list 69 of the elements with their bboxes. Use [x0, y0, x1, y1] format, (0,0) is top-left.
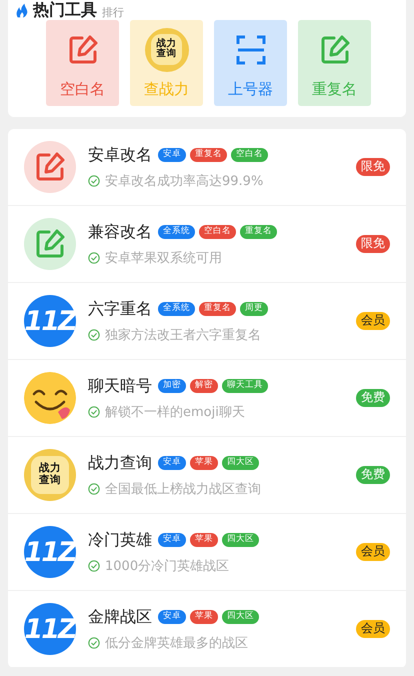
app-logo: 11Z: [24, 526, 76, 578]
check-circle-icon: [88, 328, 100, 340]
price-badge: 限免: [356, 235, 390, 253]
tool-name: 战力查询: [88, 452, 152, 474]
tag: 苹果: [190, 456, 218, 470]
tool-description: 低分金牌英雄最多的战区: [105, 634, 248, 652]
tag: 四大区: [222, 533, 259, 547]
section-title: 热门工具: [33, 0, 97, 20]
check-circle-icon: [88, 636, 100, 648]
check-circle-icon: [88, 560, 100, 572]
tool-name: 兼容改名: [88, 222, 152, 242]
check-circle-icon: [88, 174, 100, 186]
tag: 苹果: [190, 610, 218, 624]
tool-row[interactable]: 兼容改名 全系统 空白名 重复名 安卓苹果双系统可用 限免: [8, 206, 406, 283]
tag: 安卓: [158, 456, 186, 470]
tool-name: 聊天暗号: [88, 376, 152, 396]
tag: 空白名: [199, 225, 236, 239]
check-circle-icon: [88, 482, 100, 494]
tag: 安卓: [158, 533, 186, 547]
tool-row[interactable]: 安卓改名 安卓 重复名 空白名 安卓改名成功率高达99.9% 限免: [8, 129, 406, 206]
tool-name: 冷门英雄: [88, 530, 152, 550]
tag: 重复名: [199, 302, 236, 316]
edit-icon: [318, 34, 350, 66]
app-logo: 11Z: [24, 295, 76, 347]
tag: 全系统: [158, 225, 195, 239]
tag: 加密: [158, 379, 186, 393]
tool-description: 安卓苹果双系统可用: [105, 250, 222, 266]
tool-description: 安卓改名成功率高达99.9%: [105, 172, 264, 190]
tag: 苹果: [190, 533, 218, 547]
price-badge: 会员: [356, 620, 390, 638]
tool-row[interactable]: 11Z 金牌战区 安卓 苹果 四大区 低分金牌英雄最多的战区 会员: [8, 591, 406, 668]
tool-description: 解锁不一样的emoji聊天: [105, 404, 245, 420]
scan-icon: [234, 34, 266, 66]
smiley-icon: [24, 372, 76, 424]
tool-row[interactable]: 11Z 六字重名 全系统 重复名 周更 独家方法改王者六字重复名 会员: [8, 283, 406, 360]
edit-icon: [66, 34, 98, 66]
price-badge: 限免: [356, 158, 390, 176]
tag: 全系统: [158, 302, 195, 316]
app-logo: 战力查询: [24, 449, 76, 501]
tool-description: 全国最低上榜战力战区查询: [105, 480, 261, 498]
price-badge: 免费: [356, 466, 390, 484]
tag: 解密: [190, 379, 218, 393]
tag: 聊天工具: [222, 379, 268, 393]
check-circle-icon: [88, 252, 100, 264]
tag: 安卓: [158, 148, 186, 162]
price-badge: 会员: [356, 312, 390, 330]
logo-icon: 战力查询: [144, 28, 188, 72]
tag: 四大区: [222, 610, 259, 624]
tool-name: 安卓改名: [88, 144, 152, 166]
tag: 四大区: [222, 456, 259, 470]
tool-name: 金牌战区: [88, 606, 152, 628]
section-subtitle: 排行: [102, 4, 124, 20]
tool-description: 1000分冷门英雄战区: [105, 558, 230, 574]
price-badge: 免费: [356, 389, 390, 407]
tool-row[interactable]: 战力查询 战力查询 安卓 苹果 四大区 全国最低上榜战力战区查询 免费: [8, 437, 406, 514]
flame-icon: [16, 2, 28, 18]
tag: 空白名: [231, 148, 268, 162]
tool-description: 独家方法改王者六字重复名: [105, 326, 261, 344]
tool-row[interactable]: 聊天暗号 加密 解密 聊天工具 解锁不一样的emoji聊天 免费: [8, 360, 406, 437]
tool-tile[interactable]: 战力查询 查战力: [130, 20, 203, 106]
tag: 重复名: [190, 148, 227, 162]
check-circle-icon: [88, 406, 100, 418]
price-badge: 会员: [356, 543, 390, 561]
tool-name: 六字重名: [88, 298, 152, 320]
tag: 安卓: [158, 610, 186, 624]
tool-row[interactable]: 11Z 冷门英雄 安卓 苹果 四大区 1000分冷门英雄战区 会员: [8, 514, 406, 591]
app-logo: 11Z: [24, 603, 76, 655]
tag: 重复名: [240, 225, 277, 239]
tag: 周更: [240, 302, 268, 316]
